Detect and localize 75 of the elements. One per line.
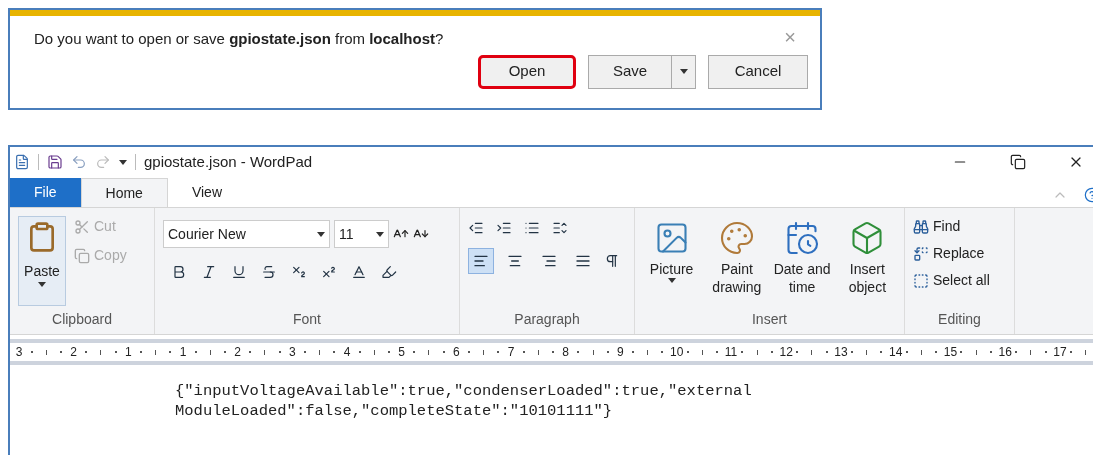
ruler-number: 5 bbox=[397, 344, 406, 361]
group-label: Editing bbox=[937, 310, 982, 329]
insert-button[interactable]: Date and time bbox=[773, 220, 831, 296]
dialog-button[interactable]: Save bbox=[588, 54, 696, 89]
file-tab[interactable]: File bbox=[10, 178, 81, 207]
italic-icon[interactable] bbox=[201, 264, 217, 280]
indent-increase-icon[interactable] bbox=[496, 220, 512, 236]
ruler-number: 1 bbox=[123, 344, 133, 361]
ruler-number: 11 bbox=[724, 344, 735, 361]
align-button[interactable] bbox=[468, 248, 494, 274]
ruler-number: 4 bbox=[342, 344, 352, 361]
caret-icon bbox=[119, 159, 127, 165]
indent-decrease-icon[interactable] bbox=[468, 220, 484, 236]
ruler-number: 3 bbox=[14, 344, 24, 361]
calendar-clock-icon bbox=[784, 220, 821, 256]
paste-button[interactable]: Paste bbox=[18, 216, 66, 306]
ruler-number: 6 bbox=[452, 344, 461, 361]
ribbon-tab[interactable]: View bbox=[167, 178, 246, 207]
ruler-number: 10 bbox=[670, 344, 681, 361]
palette-icon bbox=[718, 220, 755, 256]
ruler-number: 7 bbox=[506, 344, 516, 361]
copy-icon bbox=[74, 247, 90, 264]
replace-icon bbox=[913, 245, 929, 262]
document-text-line: {"inputVoltageAvailable":true,"condenserLoaded":true,"external bbox=[175, 381, 752, 401]
ruler-number: 9 bbox=[616, 344, 625, 361]
caret-icon bbox=[667, 278, 676, 283]
align-left-icon bbox=[473, 253, 489, 269]
subscript-icon[interactable] bbox=[291, 264, 307, 280]
ruler-number: 2 bbox=[233, 344, 242, 361]
dialog-button[interactable]: Cancel bbox=[708, 54, 808, 89]
ribbon-tab[interactable]: Home bbox=[80, 178, 168, 207]
group-label: Font bbox=[292, 310, 322, 329]
ruler-number: 13 bbox=[834, 344, 845, 361]
superscript-icon[interactable] bbox=[321, 264, 337, 280]
bold-icon[interactable] bbox=[171, 264, 187, 280]
group-label: Paragraph bbox=[513, 310, 581, 329]
line-spacing-icon[interactable] bbox=[552, 220, 568, 236]
ruler-number: 3 bbox=[288, 344, 297, 361]
restore-icon[interactable] bbox=[1010, 154, 1026, 170]
font-size-dropdown[interactable]: 11 bbox=[334, 220, 389, 248]
group-label: Insert bbox=[751, 310, 788, 329]
font-family-dropdown[interactable]: Courier New bbox=[163, 220, 330, 248]
scissors-icon bbox=[74, 218, 90, 235]
dialog-button[interactable]: Open bbox=[478, 54, 576, 89]
select-all-icon bbox=[913, 272, 929, 289]
window-title: gpiostate.json - WordPad bbox=[144, 151, 313, 172]
document-icon[interactable] bbox=[14, 154, 30, 170]
caret-icon bbox=[376, 231, 384, 237]
align-center-icon bbox=[507, 253, 523, 269]
ruler-number: 1 bbox=[178, 344, 188, 361]
ruler-number: 8 bbox=[561, 344, 571, 361]
underline-icon[interactable] bbox=[231, 264, 247, 280]
align-right-icon bbox=[541, 253, 557, 269]
ruler-number: 2 bbox=[69, 344, 78, 361]
editing-button[interactable]: Find bbox=[913, 216, 1006, 237]
align-justify-icon bbox=[575, 253, 591, 269]
highlighter-icon[interactable] bbox=[381, 264, 397, 280]
editing-button[interactable]: Replace bbox=[913, 243, 1006, 264]
bullet-list-icon[interactable] bbox=[524, 220, 540, 236]
dialog-message: Do you want to open or save gpiostate.json from localhost? bbox=[34, 29, 444, 49]
insert-button[interactable]: Paint drawing bbox=[708, 220, 766, 296]
insert-button[interactable]: Insert object bbox=[838, 220, 896, 296]
caret-icon bbox=[38, 282, 46, 287]
editing-button[interactable]: Select all bbox=[913, 270, 1006, 291]
insert-button[interactable]: Picture bbox=[643, 220, 701, 296]
strikethrough-icon[interactable] bbox=[261, 264, 277, 280]
save-icon[interactable] bbox=[47, 154, 63, 170]
caret-icon bbox=[679, 69, 688, 74]
binoculars-icon bbox=[913, 218, 929, 235]
caret-icon bbox=[317, 231, 325, 237]
document-text-line: ModuleLoaded":false,"completeState":"10101111"} bbox=[175, 401, 613, 421]
text-color-icon[interactable] bbox=[351, 264, 367, 280]
group-label: Clipboard bbox=[51, 310, 113, 329]
paragraph-icon[interactable] bbox=[604, 253, 620, 269]
ruler-number: 17 bbox=[1053, 344, 1064, 361]
